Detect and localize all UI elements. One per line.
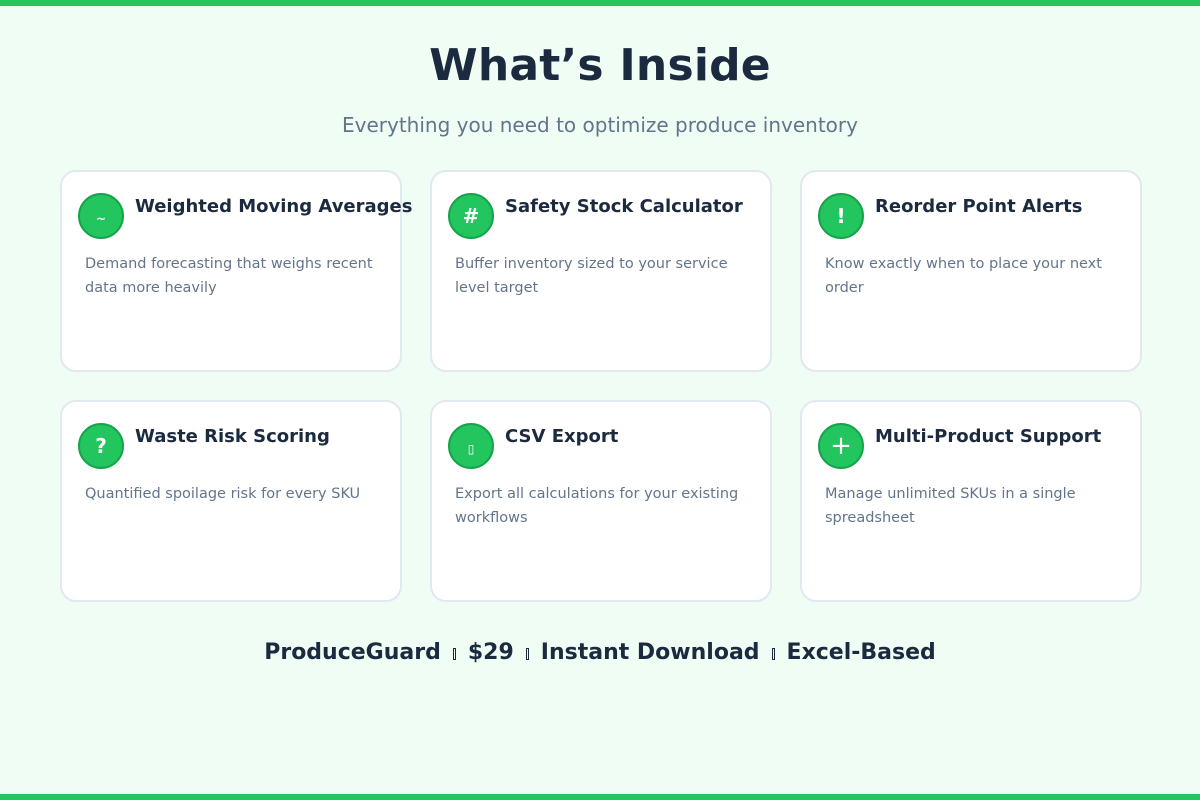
bottom-accent-bar <box>0 794 1200 800</box>
page-subtitle: Everything you need to optimize produce … <box>342 113 858 137</box>
feature-description: Know exactly when to place your next ord… <box>825 256 1102 296</box>
bar-icon: ▯ <box>448 423 494 469</box>
feature-title: Waste Risk Scoring <box>135 426 330 447</box>
product-footer: ProduceGuard $29 Instant Download Excel-Bas… <box>0 640 1200 665</box>
feature-description: Demand forecasting that weighs recent da… <box>85 256 373 296</box>
footer-price: $29 <box>467 640 514 665</box>
feature-description: Quantified spoilage risk for every SKU <box>85 486 361 502</box>
separator-icon <box>452 648 456 660</box>
feature-card-reorder-point-alerts: ! Reorder Point Alerts Know exactly when… <box>800 170 1142 372</box>
exclamation-icon: ! <box>818 193 864 239</box>
separator-icon <box>771 648 775 660</box>
feature-card-multi-product-support: + Multi-Product Support Manage unlimited… <box>800 400 1142 602</box>
page-title: What’s Inside <box>429 40 771 91</box>
feature-card-weighted-moving-averages: ~ Weighted Moving Averages Demand foreca… <box>60 170 412 372</box>
feature-grid: ~ Weighted Moving Averages Demand foreca… <box>60 170 1142 602</box>
feature-title: Reorder Point Alerts <box>875 196 1083 217</box>
tilde-icon: ~ <box>78 193 124 239</box>
footer-brand: ProduceGuard <box>264 640 441 665</box>
footer-platform: Excel-Based <box>786 640 936 665</box>
feature-card-csv-export: ▯ CSV Export Export all calculations for… <box>430 400 772 602</box>
feature-title: Safety Stock Calculator <box>505 196 743 217</box>
feature-title: CSV Export <box>505 426 619 447</box>
feature-title: Multi-Product Support <box>875 426 1102 447</box>
feature-title: Weighted Moving Averages <box>135 196 413 217</box>
footer-delivery: Instant Download <box>540 640 760 665</box>
plus-icon: + <box>818 423 864 469</box>
feature-card-waste-risk-scoring: ? Waste Risk Scoring Quantified spoilage… <box>60 400 402 602</box>
feature-card-safety-stock-calculator: # Safety Stock Calculator Buffer invento… <box>430 170 772 372</box>
separator-icon <box>525 648 529 660</box>
feature-description: Export all calculations for your existin… <box>455 486 739 526</box>
top-accent-bar <box>0 0 1200 6</box>
question-icon: ? <box>78 423 124 469</box>
feature-description: Manage unlimited SKUs in a single spread… <box>825 486 1076 526</box>
feature-description: Buffer inventory sized to your service l… <box>455 256 728 296</box>
hash-icon: # <box>448 193 494 239</box>
